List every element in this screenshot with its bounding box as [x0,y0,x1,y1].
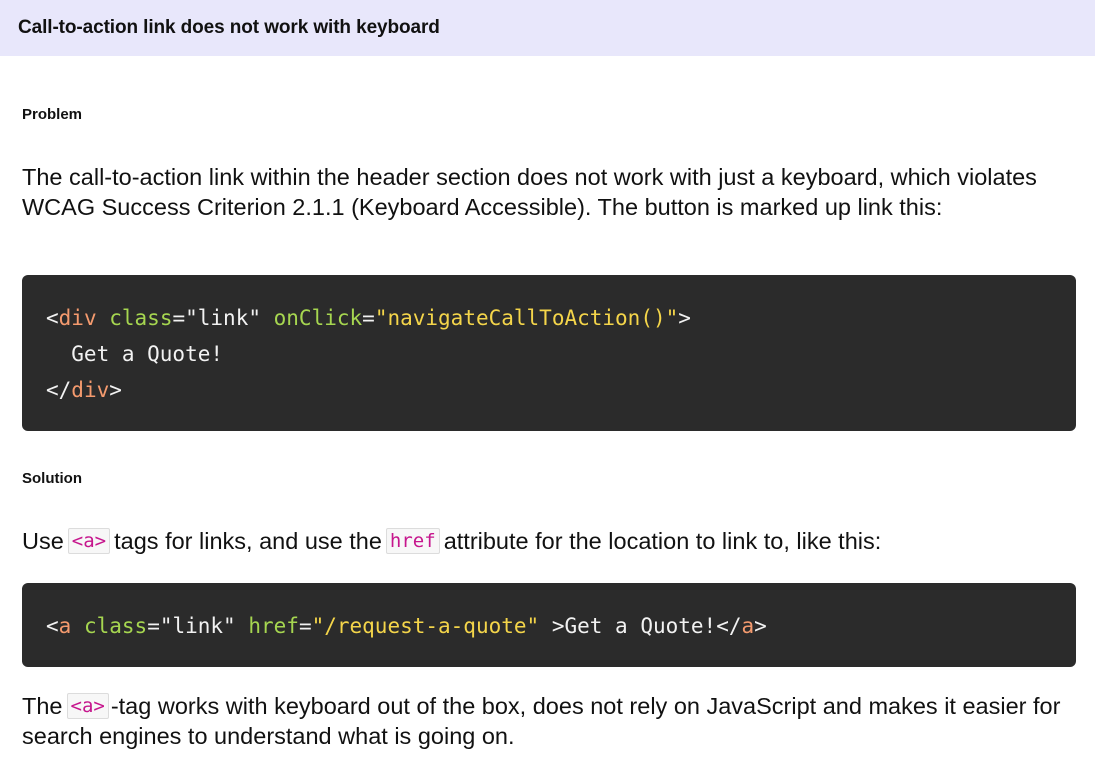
code-token: = [147,614,160,638]
inline-code-a-tag: <a> [66,693,109,719]
code-attr-name: class [83,614,148,638]
code-token: = [298,614,312,638]
inline-code-href: href [385,528,440,554]
problem-text: The call-to-action link within the heade… [22,164,1037,220]
solution-text-part: Use [22,528,64,554]
code-attr-name: href [248,614,299,638]
code-line-1: <a class="link" href="/request-a-quote" … [46,608,1076,644]
code-tag-name: div [58,306,97,330]
solution-text-part: tags for links, and use the [114,528,382,554]
code-attr-value: "link" [159,614,236,638]
problem-heading: Problem [22,106,83,123]
code-token: < [46,306,59,330]
inline-code-a-tag: <a> [67,528,111,554]
code-token: = [172,306,186,330]
problem-code-block: <div class="link" onClick="navigateCallT… [22,275,1076,431]
code-line-3: </div> [46,372,1076,408]
closing-text: The <a> -tag works with keyboard out of th… [22,692,1072,751]
code-attr-name: onClick [273,306,363,330]
code-text: Get a Quote! [46,342,224,366]
code-token: > [109,378,122,402]
code-text: >Get a Quote! [539,614,717,638]
code-token: </ [716,614,742,638]
issue-title: Call-to-action link does not work with k… [18,17,440,38]
closing-text-part: -tag works with keyboard out of the box,… [22,693,1061,749]
code-tag-name: div [71,378,110,402]
solution-text-part: attribute for the location to link to, l… [443,528,882,554]
code-token: < [46,614,59,638]
code-line-1: <div class="link" onClick="navigateCallT… [46,300,1076,336]
closing-text-part: The [22,693,63,719]
solution-text: Use <a> tags for links, and use the href att… [22,527,1072,557]
code-token: > [754,614,767,638]
code-attr-name: class [109,306,173,330]
solution-heading: Solution [22,470,82,487]
code-attr-value: "/request-a-quote" [311,614,540,638]
code-attr-value: "navigateCallToAction()" [374,306,679,330]
code-token: </ [46,378,72,402]
code-tag-name: a [58,614,72,638]
code-line-2: Get a Quote! [46,336,1076,372]
solution-code-block: <a class="link" href="/request-a-quote" … [22,583,1076,667]
code-token: > [678,306,691,330]
code-tag-name: a [741,614,755,638]
code-token: = [362,306,375,330]
issue-header: Call-to-action link does not work with k… [0,0,1095,56]
code-attr-value: "link" [185,306,261,330]
